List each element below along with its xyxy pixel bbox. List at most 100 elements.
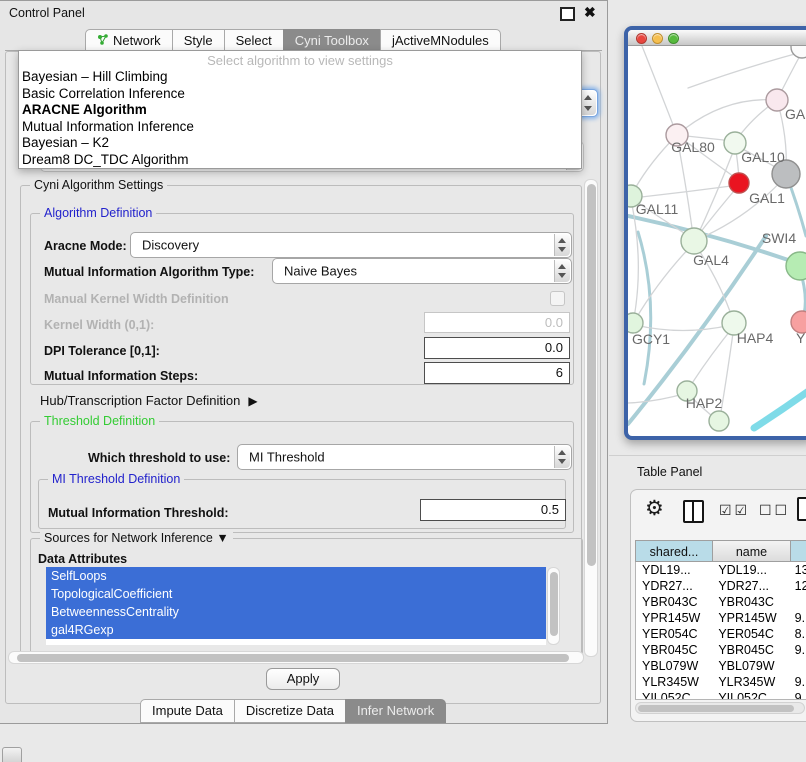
- list-scrollbar[interactable]: [547, 567, 560, 645]
- which-threshold-label: Which threshold to use:: [88, 451, 230, 465]
- node-label-hap4: HAP4: [737, 330, 774, 346]
- tab-impute-data[interactable]: Impute Data: [140, 699, 235, 723]
- attribute-betweennesscentrality[interactable]: BetweennessCentrality: [46, 603, 546, 621]
- close-traffic-light-icon[interactable]: [636, 33, 647, 44]
- table-row[interactable]: YER054CYER054C8.: [636, 626, 806, 642]
- close-icon[interactable]: ✖: [584, 4, 596, 21]
- stepper-icon: [554, 260, 570, 282]
- mi-threshold-input[interactable]: 0.5: [420, 499, 566, 521]
- table-cell: 8.: [791, 626, 806, 642]
- table-row[interactable]: YBR045CYBR045C9.: [636, 642, 806, 658]
- table-row[interactable]: YIL052CYIL052C9.: [636, 690, 806, 700]
- settings-horizontal-scrollbar[interactable]: [8, 651, 584, 664]
- table-row[interactable]: YLR345WYLR345W9.: [636, 674, 806, 690]
- table-cell: YBR043C: [713, 594, 790, 610]
- algorithm-option-dream8-dc-tdc-algorithm[interactable]: Dream8 DC_TDC Algorithm: [19, 152, 581, 169]
- table-row[interactable]: YDR27...YDR27...12: [636, 578, 806, 594]
- kernel-width-input[interactable]: 0.0: [424, 312, 570, 333]
- table-cell: 9.: [791, 642, 806, 658]
- node-top-partial[interactable]: [791, 46, 806, 58]
- table-cell: YLR345W: [636, 674, 713, 690]
- table-header: shared...name: [635, 540, 806, 562]
- node-label-hap2: HAP2: [686, 395, 723, 411]
- attribute-selfloops[interactable]: SelfLoops: [46, 567, 546, 585]
- table-cell: 9.: [791, 674, 806, 690]
- edge[interactable]: [638, 232, 651, 384]
- algorithm-option-bayesian-k2[interactable]: Bayesian – K2: [19, 135, 581, 152]
- select-all-checkboxes-icon[interactable]: ☑☑: [719, 502, 750, 519]
- table-horizontal-scrollbar[interactable]: [635, 702, 805, 714]
- mi-steps-input[interactable]: 6: [424, 362, 570, 384]
- settings-vertical-scrollbar[interactable]: [584, 179, 598, 657]
- tab-discretize-data[interactable]: Discretize Data: [234, 699, 346, 723]
- table-cell: 13: [791, 562, 806, 578]
- node-GCY1[interactable]: [628, 313, 643, 333]
- stepper-icon: [580, 91, 596, 115]
- algorithm-option-mutual-information-inference[interactable]: Mutual Information Inference: [19, 119, 581, 136]
- table-row[interactable]: YBL079WYBL079W: [636, 658, 806, 674]
- gear-icon[interactable]: ⚙: [645, 496, 664, 521]
- which-threshold-combobox[interactable]: MI Threshold: [237, 444, 572, 470]
- edge[interactable]: [677, 100, 777, 135]
- node-GAL1[interactable]: [729, 173, 749, 193]
- float-window-icon[interactable]: [560, 7, 575, 21]
- column-header-shared[interactable]: shared...: [635, 540, 713, 562]
- algorithm-option-bayesian-hill-climbing[interactable]: Bayesian – Hill Climbing: [19, 69, 581, 86]
- deselect-all-checkboxes-icon[interactable]: ☐☐: [759, 502, 790, 519]
- node-SWI4[interactable]: [786, 252, 806, 280]
- node-label-gal11: GAL11: [636, 201, 679, 217]
- node-bottom-partial[interactable]: [709, 411, 729, 431]
- node-GAL4[interactable]: [681, 228, 707, 254]
- dpi-tolerance-input[interactable]: 0.0: [424, 337, 570, 359]
- table-row[interactable]: YPR145WYPR145W9.: [636, 610, 806, 626]
- table-cell: 9.: [791, 610, 806, 626]
- columns-icon[interactable]: [683, 500, 704, 523]
- export-table-icon[interactable]: [797, 497, 806, 521]
- corner-button[interactable]: [2, 747, 22, 762]
- edge[interactable]: [688, 52, 802, 88]
- table-cell: YDR27...: [713, 578, 790, 594]
- attribute-gal4rgexp[interactable]: gal4RGexp: [46, 621, 546, 639]
- dpi-tolerance-label: DPI Tolerance [0,1]:: [44, 344, 160, 358]
- table-row[interactable]: YDL19...YDL19...13: [636, 562, 806, 578]
- algorithm-option-basic-correlation-inference[interactable]: Basic Correlation Inference: [19, 86, 581, 103]
- hub-definition-expander[interactable]: Hub/Transcription Factor Definition▶: [40, 393, 258, 408]
- tab-infer-network[interactable]: Infer Network: [345, 699, 446, 723]
- minimize-traffic-light-icon[interactable]: [652, 33, 663, 44]
- group-title: Cyni Algorithm Settings: [30, 178, 167, 192]
- tab-label: Select: [236, 33, 272, 48]
- mi-type-combobox[interactable]: Naive Bayes: [272, 258, 572, 284]
- aracne-mode-combobox[interactable]: Discovery: [130, 232, 572, 258]
- manual-kernel-checkbox[interactable]: [550, 291, 565, 306]
- table-cell: YBL079W: [713, 658, 790, 674]
- table-cell: YLR345W: [713, 674, 790, 690]
- tab-label: Impute Data: [152, 703, 223, 718]
- table-cell: [791, 594, 806, 610]
- manual-kernel-label: Manual Kernel Width Definition: [44, 292, 229, 306]
- group-title: MI Threshold Definition: [48, 472, 184, 486]
- table-cell: YPR145W: [636, 610, 713, 626]
- table-cell: YER054C: [636, 626, 713, 642]
- column-header-name[interactable]: name: [712, 540, 791, 562]
- mi-threshold-label: Mutual Information Threshold:: [48, 506, 229, 520]
- edge[interactable]: [642, 46, 677, 135]
- edge[interactable]: [754, 390, 806, 428]
- network-canvas[interactable]: GALGAL80GAL10GAL1GAL11GAL4SWI4GCY1HAP4YH…: [628, 46, 806, 440]
- apply-button[interactable]: Apply: [266, 668, 340, 690]
- expander-expanded-icon[interactable]: ▼: [216, 531, 228, 545]
- zoom-traffic-light-icon[interactable]: [668, 33, 679, 44]
- node-label-gal80: GAL80: [671, 139, 715, 155]
- network-window-titlebar[interactable]: [628, 30, 806, 46]
- column-header-2[interactable]: [790, 540, 806, 562]
- which-threshold-value: MI Threshold: [249, 450, 325, 465]
- edge[interactable]: [694, 147, 735, 243]
- algorithm-option-aracne-algorithm[interactable]: ARACNE Algorithm: [19, 102, 581, 119]
- attribute-topologicalcoefficient[interactable]: TopologicalCoefficient: [46, 585, 546, 603]
- control-panel-window: Control Panel ✖ NetworkStyleSelectCyni T…: [0, 0, 608, 724]
- node-label-gal10: GAL10: [741, 149, 785, 165]
- node-label-swi4: SWI4: [762, 230, 796, 246]
- table-cell: [791, 658, 806, 674]
- group-title: Sources for Network Inference ▼: [40, 531, 233, 545]
- group-title: Algorithm Definition: [40, 206, 156, 220]
- table-row[interactable]: YBR043CYBR043C: [636, 594, 806, 610]
